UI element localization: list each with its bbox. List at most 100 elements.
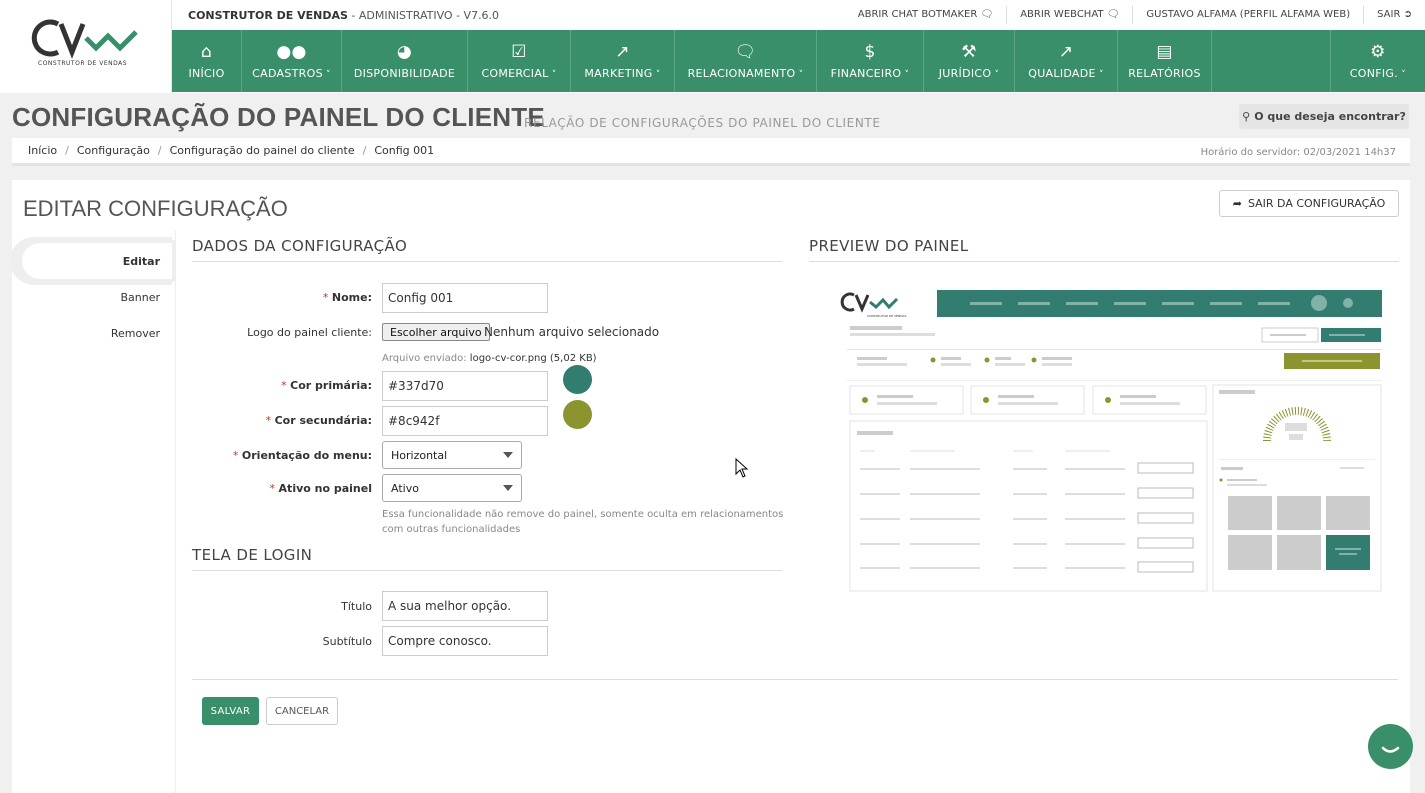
nav-relatorios[interactable]: ▤ RELATÓRIOS <box>1118 30 1212 92</box>
chevron-down-icon: ˅ <box>1398 69 1406 80</box>
checkbox-icon: ☑ <box>511 41 527 62</box>
server-time: Horário do servidor: 02/03/2021 14h37 <box>1200 147 1396 158</box>
file-sent: Arquivo enviado: logo-cv-cor.png (5,02 K… <box>382 351 597 366</box>
file-sent-prefix: Arquivo enviado: <box>382 353 467 364</box>
user-link[interactable]: GUSTAVO ALFAMA (PERFIL ALFAMA WEB) <box>1132 6 1363 24</box>
search-label: O que deseja encontrar? <box>1254 110 1406 123</box>
subtitle-label: Subtítulo <box>322 635 372 648</box>
page-subtitle: RELAÇÃO DE CONFIGURAÇÕES DO PAINEL DO CL… <box>524 116 881 130</box>
exit-config-button[interactable]: ➦ SAIR DA CONFIGURAÇÃO <box>1219 190 1399 217</box>
side-item-edit[interactable]: Editar <box>22 243 172 279</box>
primary-color-label-text: Cor primária: <box>290 379 372 392</box>
subtitle-input[interactable]: Compre conosco. <box>382 626 548 656</box>
nav-label: INÍCIO <box>188 66 225 80</box>
title-input[interactable]: A sua melhor opção. <box>382 591 548 621</box>
section-preview-title: PREVIEW DO PAINEL <box>809 237 1399 262</box>
breadcrumb-separator: / <box>362 144 367 157</box>
system-name: CONSTRUTOR DE VENDAS - ADMINISTRATIVO - … <box>188 9 499 22</box>
nav-inicio[interactable]: ⌂ INÍCIO <box>172 30 242 92</box>
chart-line-icon: ↗ <box>615 41 630 62</box>
nav-config[interactable]: ⚙ CONFIG. ˅ <box>1331 30 1425 92</box>
nav-label: QUALIDADE <box>1028 66 1096 80</box>
choose-file-button[interactable]: Escolher arquivo <box>382 323 490 341</box>
secondary-color-swatch[interactable] <box>563 400 592 429</box>
webchat-label: ABRIR WEBCHAT <box>1020 9 1104 20</box>
form-divider <box>192 679 1398 680</box>
comments-icon: 🗨 <box>734 41 757 62</box>
side-item-remove[interactable]: Remover <box>12 315 172 351</box>
name-input[interactable]: Config 001 <box>382 283 548 313</box>
nav-label-wrap: QUALIDADE ˅ <box>1028 67 1104 80</box>
logo-subtitle: CONSTRUTOR DE VENDAS <box>38 60 128 67</box>
section-login-title: TELA DE LOGIN <box>192 546 782 571</box>
nav-cadastros[interactable]: ●● CADASTROS ˅ <box>242 30 342 92</box>
primary-color-input[interactable]: #337d70 <box>382 371 548 401</box>
dollar-icon: $ <box>864 41 876 62</box>
breadcrumb-separator: / <box>157 144 162 157</box>
gear-icon: ⚙ <box>1370 41 1386 62</box>
title-label: Título <box>341 600 372 613</box>
chevron-down-icon: ˅ <box>322 69 331 80</box>
dashboard-icon: ◕ <box>396 41 413 62</box>
chat-icon: 🗨 <box>1106 9 1120 20</box>
search-button[interactable]: ⚲ O que deseja encontrar? <box>1239 104 1409 129</box>
preview-logo-sub: CONSTRUTOR DE VENDAS <box>867 314 907 318</box>
nav-disponibilidade[interactable]: ◕ DISPONIBILIDADE <box>342 30 468 92</box>
page-title: CONFIGURAÇÃO DO PAINEL DO CLIENTE <box>12 102 545 132</box>
nav-label: JURÍDICO <box>938 66 992 80</box>
nav-label: RELATÓRIOS <box>1128 66 1201 80</box>
chevron-down-icon <box>503 485 513 491</box>
panel-preview-image: CONSTRUTOR DE VENDAS <box>840 290 1382 592</box>
mouse-cursor-icon <box>735 458 749 478</box>
breadcrumb-item[interactable]: Configuração do painel do cliente <box>170 144 355 157</box>
nav-label: DISPONIBILIDADE <box>353 66 456 80</box>
chat-botmaker-label: ABRIR CHAT BOTMAKER <box>857 9 978 20</box>
nav-label: CONFIG. <box>1349 66 1399 80</box>
chevron-down-icon: ˅ <box>795 69 804 80</box>
share-icon: ➦ <box>1232 197 1242 210</box>
home-icon: ⌂ <box>200 41 213 62</box>
nav-marketing[interactable]: ↗ MARKETING ˅ <box>571 30 675 92</box>
edit-card: EDITAR CONFIGURAÇÃO ➦ SAIR DA CONFIGURAÇÃ… <box>12 180 1410 793</box>
active-label-text: Ativo no painel <box>278 482 372 495</box>
bar-chart-icon: ▤ <box>1156 41 1173 62</box>
nav-financeiro[interactable]: $ FINANCEIRO ˅ <box>817 30 924 92</box>
cancel-button[interactable]: CANCELAR <box>266 697 338 725</box>
logo-label: Logo do painel cliente: <box>247 326 372 339</box>
chevron-down-icon: ˅ <box>901 69 910 80</box>
nav-spacer <box>1212 30 1331 92</box>
nav-label: RELACIONAMENTO <box>687 66 796 80</box>
active-hint: Essa funcionalidade não remove do painel… <box>382 507 792 537</box>
nav-label-wrap: FINANCEIRO ˅ <box>831 67 910 80</box>
system-name-bold: CONSTRUTOR DE VENDAS <box>188 9 348 22</box>
chat-smile-icon <box>1381 746 1400 753</box>
active-value: Ativo <box>391 481 419 495</box>
breadcrumb-item[interactable]: Início <box>28 144 57 157</box>
orientation-select[interactable]: Horizontal <box>382 441 522 469</box>
logo[interactable]: CONSTRUTOR DE VENDAS <box>0 0 172 93</box>
file-sent-name: logo-cv-cor.png (5,02 KB) <box>469 353 597 364</box>
logout-icon: ➲ <box>1403 9 1412 20</box>
secondary-color-input[interactable]: #8c942f <box>382 406 548 436</box>
side-item-banner[interactable]: Banner <box>12 279 172 315</box>
preview-logo <box>840 292 899 313</box>
logout-link[interactable]: SAIR ➲ <box>1363 6 1425 24</box>
nav-relacionamento[interactable]: 🗨 RELACIONAMENTO ˅ <box>675 30 817 92</box>
save-button[interactable]: SALVAR <box>202 697 259 725</box>
secondary-color-label: Cor secundária: <box>172 414 372 427</box>
nav-label-wrap: RELACIONAMENTO ˅ <box>688 67 804 80</box>
chat-widget-button[interactable] <box>1368 724 1413 769</box>
nav-qualidade[interactable]: ↗ QUALIDADE ˅ <box>1015 30 1118 92</box>
primary-color-swatch[interactable] <box>563 365 592 394</box>
webchat-link[interactable]: ABRIR WEBCHAT 🗨 <box>1006 6 1132 24</box>
chart-line-icon: ↗ <box>1058 41 1074 62</box>
nav-juridico[interactable]: ⚒ JURÍDICO ˅ <box>924 30 1015 92</box>
breadcrumb-item[interactable]: Configuração <box>77 144 150 157</box>
active-label: Ativo no painel <box>172 482 372 495</box>
top-header: CONSTRUTOR DE VENDAS CONSTRUTOR DE VENDA… <box>0 0 1425 93</box>
active-select[interactable]: Ativo <box>382 474 522 502</box>
nav-label: FINANCEIRO <box>830 66 902 80</box>
nav-label: MARKETING <box>584 66 653 80</box>
nav-comercial[interactable]: ☑ COMERCIAL ˅ <box>468 30 571 92</box>
chat-botmaker-link[interactable]: ABRIR CHAT BOTMAKER 🗨 <box>845 6 1006 24</box>
